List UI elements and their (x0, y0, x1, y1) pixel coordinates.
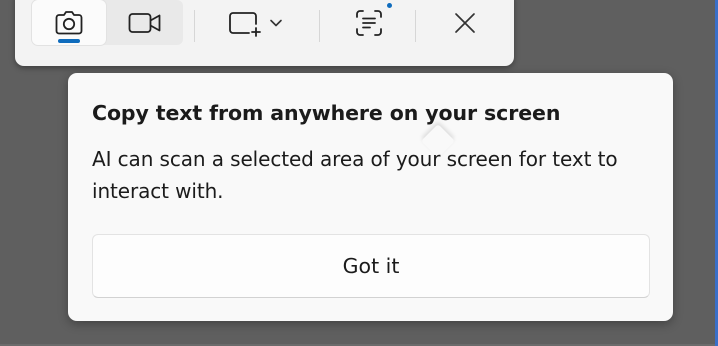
new-feature-dot (387, 3, 392, 8)
camera-icon (55, 10, 83, 36)
chevron-down-icon (269, 18, 283, 28)
teaching-tip: Copy text from anywhere on your screen A… (68, 73, 673, 321)
video-camera-icon (128, 11, 162, 35)
close-button[interactable] (428, 0, 502, 45)
text-actions-button[interactable] (336, 0, 402, 45)
got-it-button[interactable]: Got it (92, 234, 650, 298)
text-actions-icon (354, 8, 384, 38)
rectangle-snip-icon (227, 9, 263, 37)
selected-mode-indicator (58, 39, 80, 43)
close-icon (453, 11, 477, 35)
snipping-toolbar (15, 0, 514, 66)
video-mode-button[interactable] (108, 0, 182, 45)
toolbar-divider (415, 10, 416, 42)
teaching-tip-body: AI can scan a selected area of your scre… (92, 147, 618, 203)
teaching-tip-title: Copy text from anywhere on your screen (92, 101, 561, 125)
screenshot-mode-button[interactable] (32, 0, 106, 45)
toolbar-divider (194, 10, 195, 42)
toolbar-divider (319, 10, 320, 42)
snip-shape-dropdown[interactable] (212, 0, 298, 45)
